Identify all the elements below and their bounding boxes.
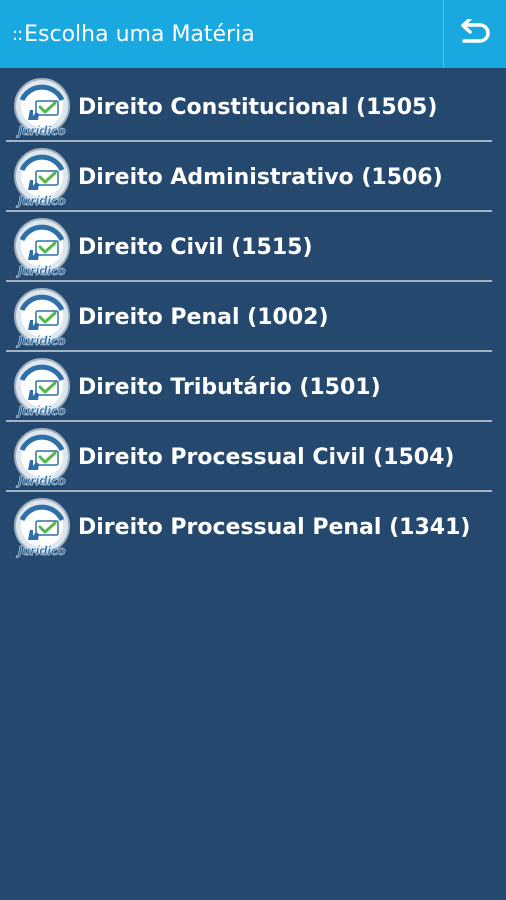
subject-label: Direito Administrativo (1506) (78, 164, 443, 190)
app-header: :: Escolha uma Matéria (0, 0, 506, 68)
app-logo: Jurídico (12, 496, 74, 558)
subject-item-administrativo[interactable]: Jurídico Direito Administrativo (1506) (6, 142, 492, 212)
title-prefix: :: (12, 23, 23, 45)
subject-label: Direito Constitucional (1505) (78, 94, 438, 120)
subject-item-processual-penal[interactable]: Jurídico Direito Processual Penal (1341) (6, 492, 492, 562)
subject-label: Direito Civil (1515) (78, 234, 313, 260)
app-logo: Jurídico (12, 426, 74, 488)
app-logo: Jurídico (12, 216, 74, 278)
logo-brand-text: Jurídico (18, 544, 66, 558)
subject-item-tributario[interactable]: Jurídico Direito Tributário (1501) (6, 352, 492, 422)
header-title: :: Escolha uma Matéria (0, 0, 443, 68)
page-title: Escolha uma Matéria (24, 21, 255, 47)
logo-brand-text: Jurídico (18, 264, 66, 278)
app-logo: Jurídico (12, 356, 74, 418)
subject-list: Jurídico Direito Constitucional (1505) J… (6, 72, 492, 562)
app-logo: Jurídico (12, 286, 74, 348)
back-button[interactable] (444, 0, 506, 68)
subject-label: Direito Tributário (1501) (78, 374, 381, 400)
app-logo: Jurídico (12, 146, 74, 208)
subject-label: Direito Penal (1002) (78, 304, 329, 330)
subject-item-constitucional[interactable]: Jurídico Direito Constitucional (1505) (6, 72, 492, 142)
logo-brand-text: Jurídico (18, 124, 66, 138)
subject-label: Direito Processual Penal (1341) (78, 514, 471, 540)
logo-brand-text: Jurídico (18, 194, 66, 208)
logo-brand-text: Jurídico (18, 334, 66, 348)
logo-brand-text: Jurídico (18, 474, 66, 488)
subject-item-penal[interactable]: Jurídico Direito Penal (1002) (6, 282, 492, 352)
subject-item-processual-civil[interactable]: Jurídico Direito Processual Civil (1504) (6, 422, 492, 492)
app-logo: Jurídico (12, 76, 74, 138)
subject-label: Direito Processual Civil (1504) (78, 444, 455, 470)
subject-item-civil[interactable]: Jurídico Direito Civil (1515) (6, 212, 492, 282)
back-arrow-icon (461, 19, 490, 43)
logo-brand-text: Jurídico (18, 404, 66, 418)
